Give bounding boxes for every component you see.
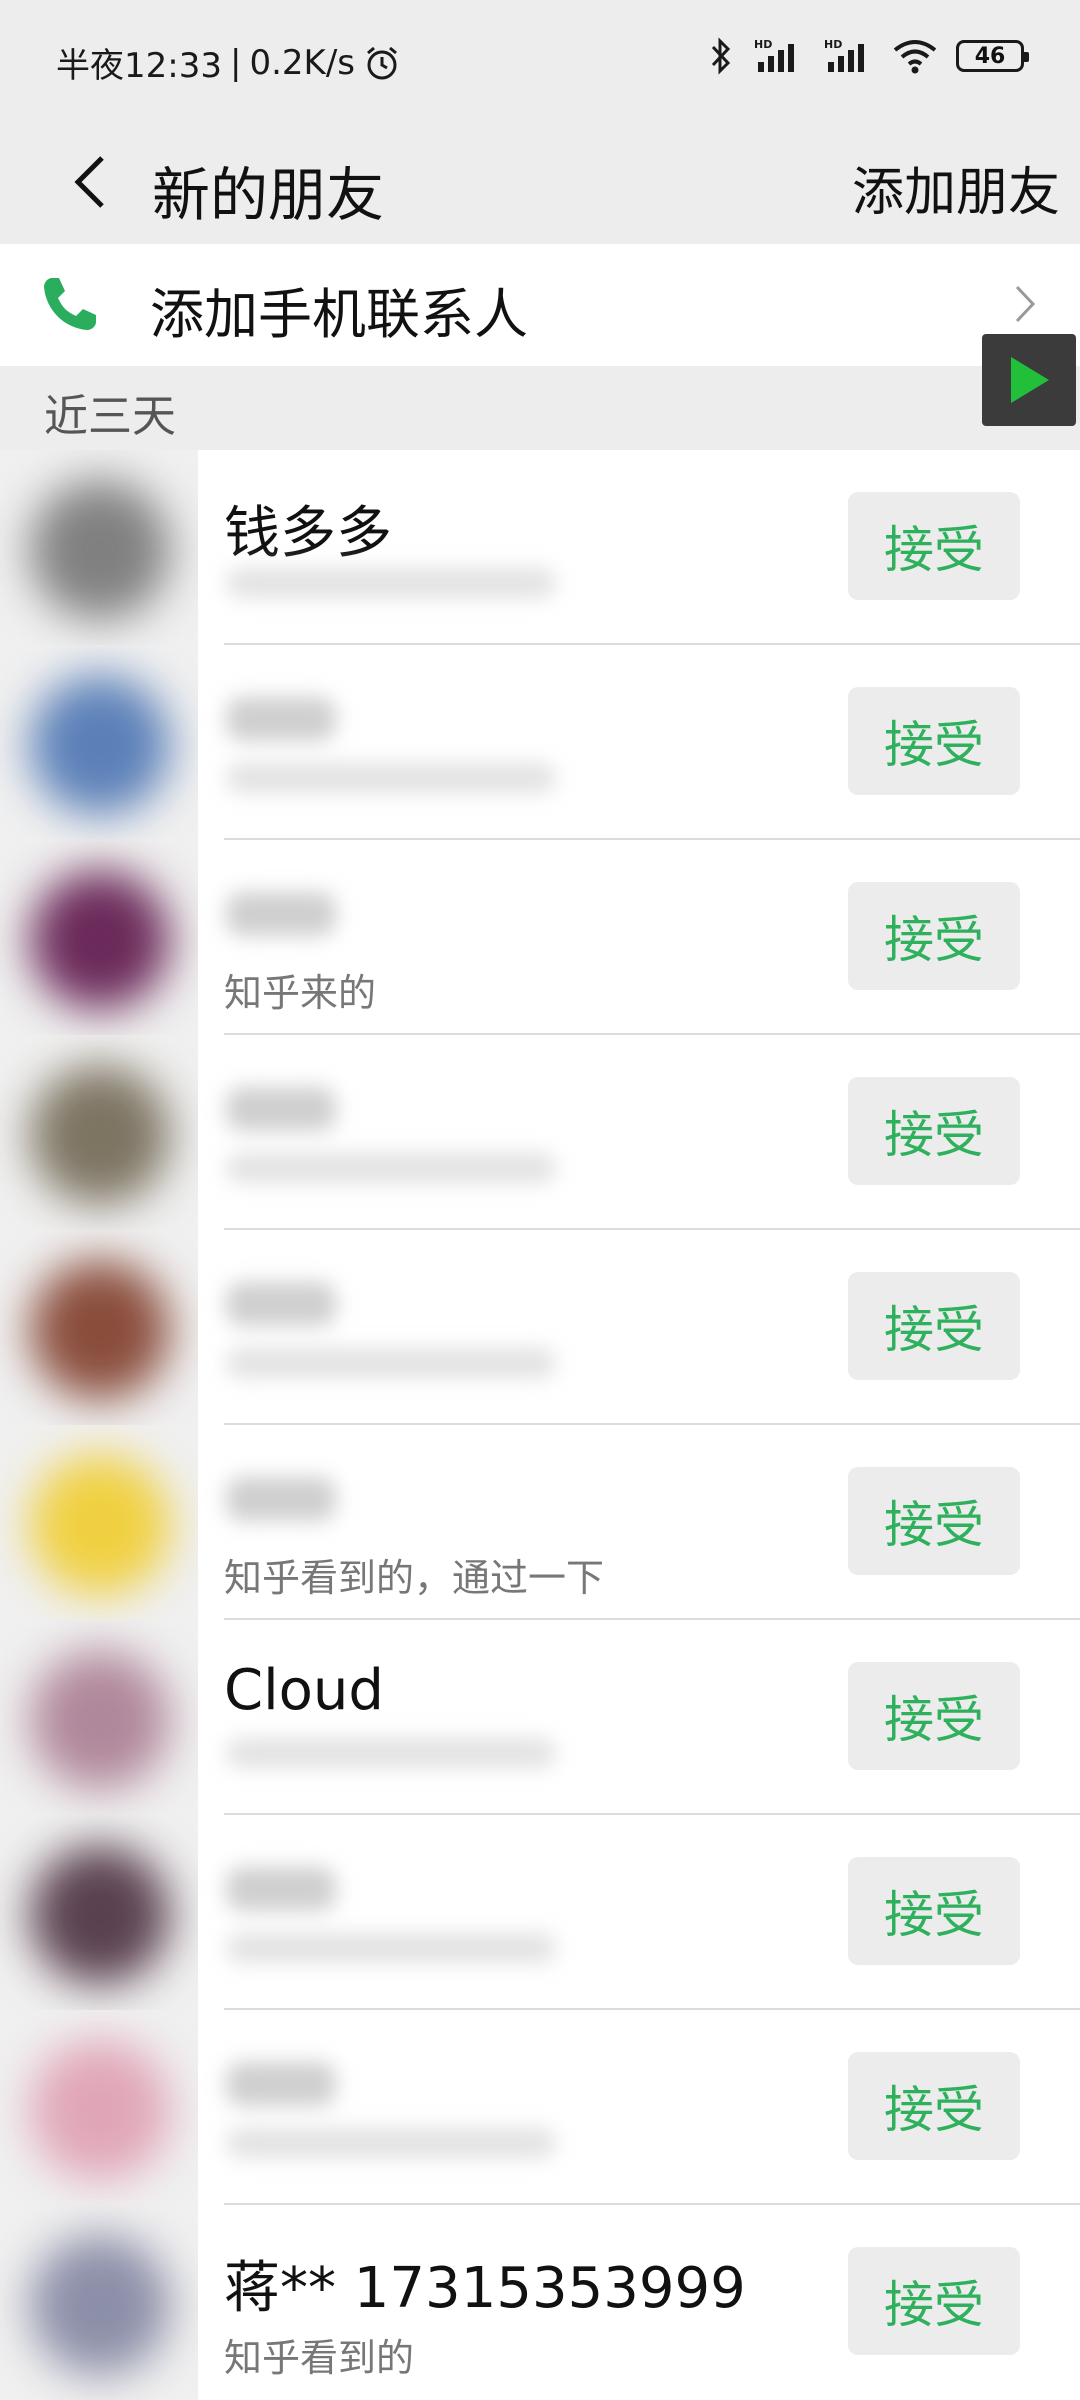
request-remark: 知乎看到的 [224, 2336, 415, 2380]
accept-button[interactable]: 接受 [848, 2247, 1020, 2355]
request-remark: 知乎来的 [224, 971, 377, 1015]
accept-button[interactable]: 接受 [848, 492, 1020, 600]
status-right: HD HD 46 [708, 36, 1029, 76]
accept-button[interactable]: 接受 [848, 687, 1020, 795]
status-time: 半夜12:33 [56, 46, 222, 86]
accept-button[interactable]: 接受 [848, 1857, 1020, 1965]
svg-text:HD: HD [824, 38, 842, 51]
chevron-right-icon [1015, 285, 1036, 323]
avatar[interactable] [0, 1815, 198, 2010]
accept-button[interactable]: 接受 [848, 882, 1020, 990]
phone-icon [44, 278, 96, 330]
request-name: Cloud [224, 1658, 384, 1723]
blurred-message [226, 1348, 556, 1378]
blurred-name [226, 1282, 336, 1326]
avatar-image [30, 2235, 170, 2375]
friend-request-row[interactable]: 知乎看到的，通过一下 接受 [0, 1425, 1080, 1620]
accept-button[interactable]: 接受 [848, 2052, 1020, 2160]
friend-request-row[interactable]: Cloud 接受 [0, 1620, 1080, 1815]
blurred-message [226, 2128, 556, 2158]
bluetooth-icon [711, 37, 731, 75]
signal-hd-icon-2: HD [824, 38, 864, 72]
avatar-image [30, 2040, 170, 2180]
add-friend-button[interactable]: 添加朋友 [852, 150, 1060, 225]
alarm-icon [367, 46, 397, 79]
battery-icon: 46 [956, 40, 1029, 72]
friend-request-row[interactable]: 蒋** 17315353999 知乎看到的 接受 [0, 2205, 1080, 2400]
blurred-message [226, 763, 556, 793]
status-bar: 半夜12:33 | 0.2K/s HD HD 46 [0, 0, 1080, 120]
svg-text:HD: HD [754, 38, 772, 51]
accept-button[interactable]: 接受 [848, 1272, 1020, 1380]
blurred-name [226, 697, 336, 741]
avatar[interactable] [0, 1620, 198, 1815]
avatar[interactable] [0, 1425, 198, 1620]
friend-request-row[interactable]: 接受 [0, 1230, 1080, 1425]
floating-play-button[interactable] [982, 334, 1076, 426]
add-phone-contacts-label: 添加手机联系人 [150, 283, 528, 346]
accept-button[interactable]: 接受 [848, 1662, 1020, 1770]
play-icon [1011, 357, 1049, 403]
request-remark: 知乎看到的，通过一下 [224, 1556, 605, 1600]
friend-request-row[interactable]: 接受 [0, 1035, 1080, 1230]
blurred-message [226, 1738, 556, 1768]
friend-request-row[interactable]: 接受 [0, 1815, 1080, 2010]
page-title: 新的朋友 [152, 161, 385, 229]
accept-button[interactable]: 接受 [848, 1467, 1020, 1575]
request-name: 蒋** 17315353999 [224, 2256, 746, 2321]
wifi-icon [893, 40, 937, 74]
avatar-image [30, 1260, 170, 1400]
avatar-image [30, 480, 170, 620]
avatar-image [30, 1650, 170, 1790]
blurred-name [226, 1477, 336, 1521]
blurred-message [226, 1153, 556, 1183]
status-divider: | [229, 42, 242, 83]
avatar[interactable] [0, 2205, 198, 2400]
friend-request-list: 钱多多 接受 接受 知乎来的 接受 接受 接受 知乎看到的，通过一下 接受 Cloud 接受 接受 接受… [0, 450, 1080, 2400]
status-left: 半夜12:33 | 0.2K/s [56, 38, 401, 87]
avatar-image [30, 870, 170, 1010]
avatar-image [30, 1845, 170, 1985]
add-phone-contacts-row[interactable]: 添加手机联系人 [0, 244, 1080, 366]
friend-request-row[interactable]: 接受 [0, 645, 1080, 840]
chevron-left-icon [74, 156, 104, 208]
section-title: 近三天 [44, 391, 176, 442]
blurred-name [226, 892, 336, 936]
nav-bar: 新的朋友 添加朋友 [0, 120, 1080, 244]
avatar-image [30, 1455, 170, 1595]
accept-button[interactable]: 接受 [848, 1077, 1020, 1185]
avatar[interactable] [0, 1230, 198, 1425]
blurred-name [226, 1867, 336, 1911]
blurred-name [226, 2062, 336, 2106]
blurred-message [226, 1933, 556, 1963]
section-header: 近三天 [0, 366, 1080, 450]
avatar[interactable] [0, 450, 198, 645]
blurred-name [226, 1087, 336, 1131]
network-speed: 0.2K/s [249, 42, 355, 83]
request-name: 钱多多 [224, 501, 392, 566]
battery-level: 46 [974, 43, 1006, 69]
blurred-message [226, 568, 556, 598]
signal-hd-icon: HD [754, 38, 794, 72]
avatar-image [30, 1065, 170, 1205]
friend-request-row[interactable]: 钱多多 接受 [0, 450, 1080, 645]
avatar[interactable] [0, 2010, 198, 2205]
friend-request-row[interactable]: 知乎来的 接受 [0, 840, 1080, 1035]
friend-request-row[interactable]: 接受 [0, 2010, 1080, 2205]
avatar-image [30, 675, 170, 815]
avatar[interactable] [0, 840, 198, 1035]
avatar[interactable] [0, 645, 198, 840]
avatar[interactable] [0, 1035, 198, 1230]
back-button[interactable] [60, 144, 120, 220]
